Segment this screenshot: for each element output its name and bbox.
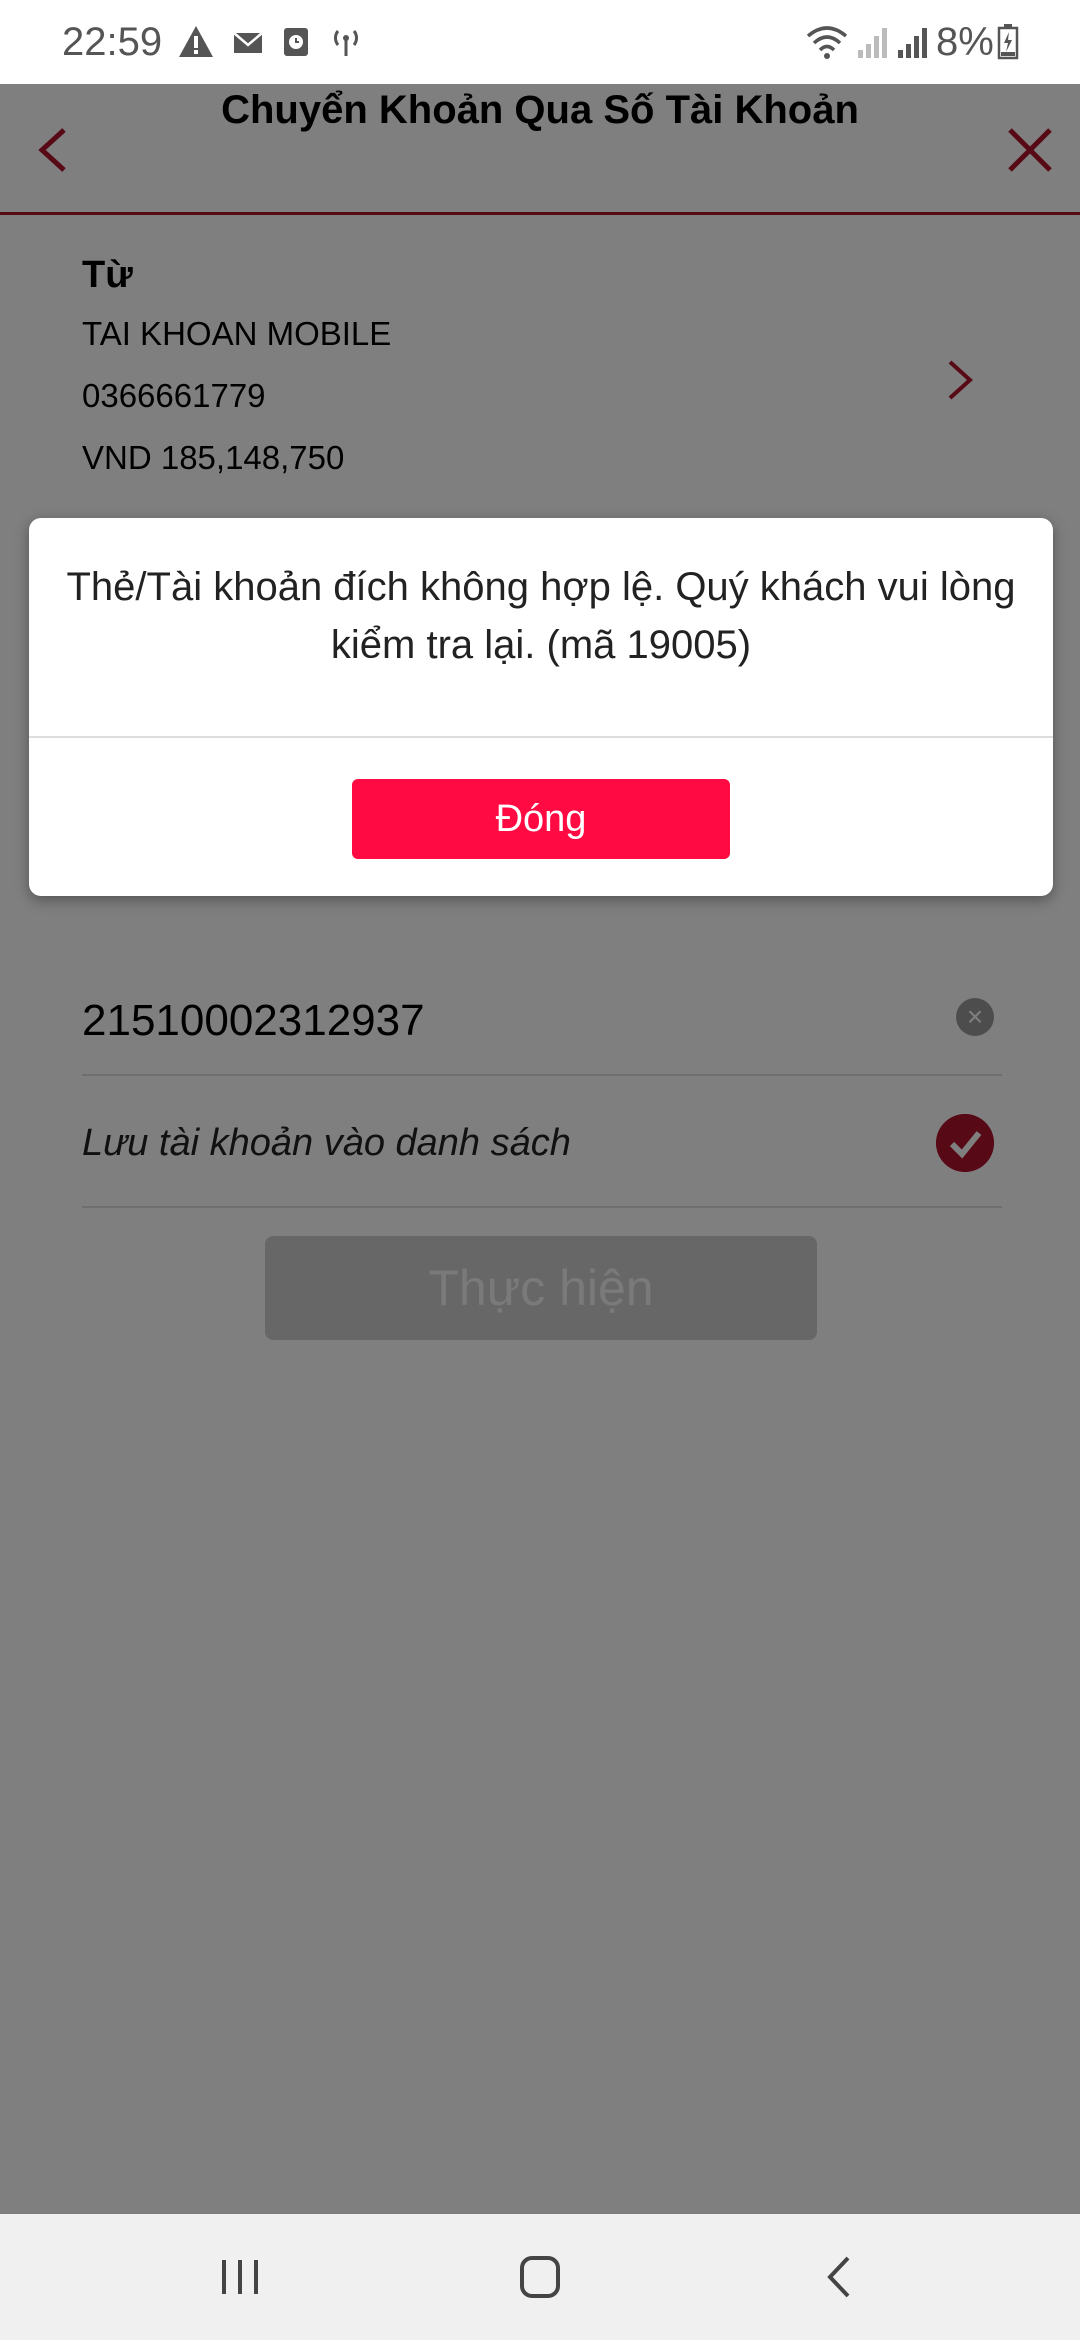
- modal-overlay[interactable]: [0, 84, 1080, 2214]
- recent-apps-icon[interactable]: [210, 2252, 270, 2302]
- dialog-divider: [29, 736, 1053, 738]
- system-nav-bar: [0, 2214, 1080, 2340]
- signal-icon: [898, 28, 927, 58]
- battery-percent: 8%: [936, 20, 994, 64]
- home-icon[interactable]: [510, 2252, 570, 2302]
- error-dialog: Thẻ/Tài khoản đích không hợp lệ. Quý khá…: [29, 518, 1053, 896]
- signal-icon: [858, 28, 887, 58]
- error-message: Thẻ/Tài khoản đích không hợp lệ. Quý khá…: [66, 565, 1016, 667]
- battery-charging-icon: [997, 24, 1019, 60]
- wifi-icon: [806, 26, 848, 59]
- clock-icon: [284, 28, 308, 56]
- mail-icon: [233, 32, 263, 53]
- hotspot-icon: [333, 30, 359, 56]
- back-icon[interactable]: [810, 2252, 870, 2302]
- warning-icon: [179, 26, 213, 57]
- status-bar: 22:59 8%: [0, 0, 1080, 84]
- close-dialog-button[interactable]: Đóng: [352, 779, 730, 859]
- status-time: 22:59: [62, 20, 163, 64]
